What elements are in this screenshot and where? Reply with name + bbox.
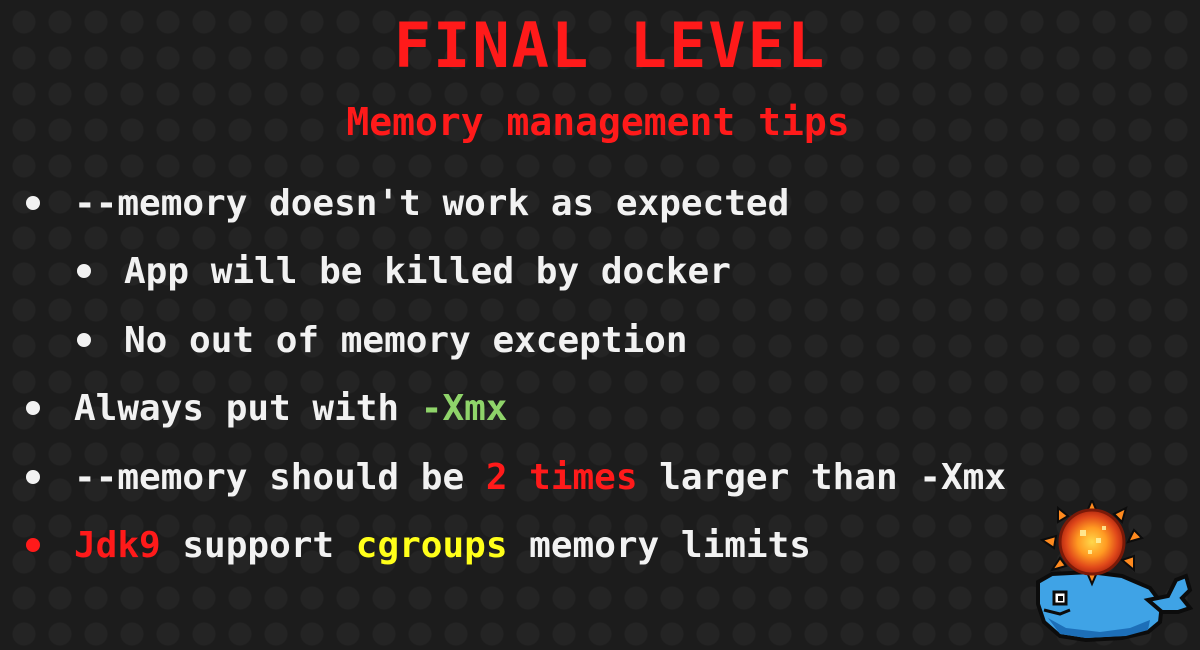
bullet-segment: App will be killed by docker — [124, 251, 731, 292]
bullet-dot — [26, 538, 40, 552]
bullet-segment: memory limits — [507, 525, 811, 566]
bullet-segment: No out of memory exception — [124, 320, 688, 361]
bullet-item: --memory doesn't work as expected — [0, 180, 789, 228]
bullet-segment: 2 times — [485, 457, 638, 498]
bullet-item: App will be killed by docker — [0, 248, 731, 296]
bullet-segment: -Xmx — [420, 388, 508, 429]
bullet-text: Jdk9 support cgroups memory limits — [74, 522, 811, 570]
bullet-item: Always put with -Xmx — [0, 385, 507, 433]
bullet-item: Jdk9 support cgroups memory limits — [0, 522, 811, 570]
bullet-text: App will be killed by docker — [124, 248, 731, 296]
bullet-dot — [77, 333, 91, 347]
bullet-text: No out of memory exception — [124, 317, 688, 365]
bullet-segment: Always put with — [74, 388, 421, 429]
bullet-segment: Jdk9 — [74, 525, 161, 566]
bullet-item: --memory should be 2 times larger than -… — [0, 454, 1006, 502]
bullet-dot — [77, 264, 91, 278]
bullet-list: --memory doesn't work as expected App wi… — [0, 0, 1200, 650]
bullet-segment: cgroups — [355, 525, 508, 566]
bullet-segment: larger than -Xmx — [637, 457, 1006, 498]
bullet-item: No out of memory exception — [0, 317, 688, 365]
bullet-segment: support — [160, 525, 356, 566]
bullet-text: --memory doesn't work as expected — [74, 180, 789, 228]
bullet-text: Always put with -Xmx — [74, 385, 507, 433]
bullet-dot — [26, 401, 40, 415]
bullet-segment: --memory should be — [74, 457, 486, 498]
slide: FINAL LEVEL Memory management tips --mem… — [0, 0, 1200, 650]
bullet-text: --memory should be 2 times larger than -… — [74, 454, 1006, 502]
pixel-whale-with-explosion-icon — [1036, 500, 1194, 643]
bullet-dot — [26, 196, 40, 210]
bullet-segment: --memory doesn't work as expected — [74, 183, 790, 224]
bullet-dot — [26, 470, 40, 484]
